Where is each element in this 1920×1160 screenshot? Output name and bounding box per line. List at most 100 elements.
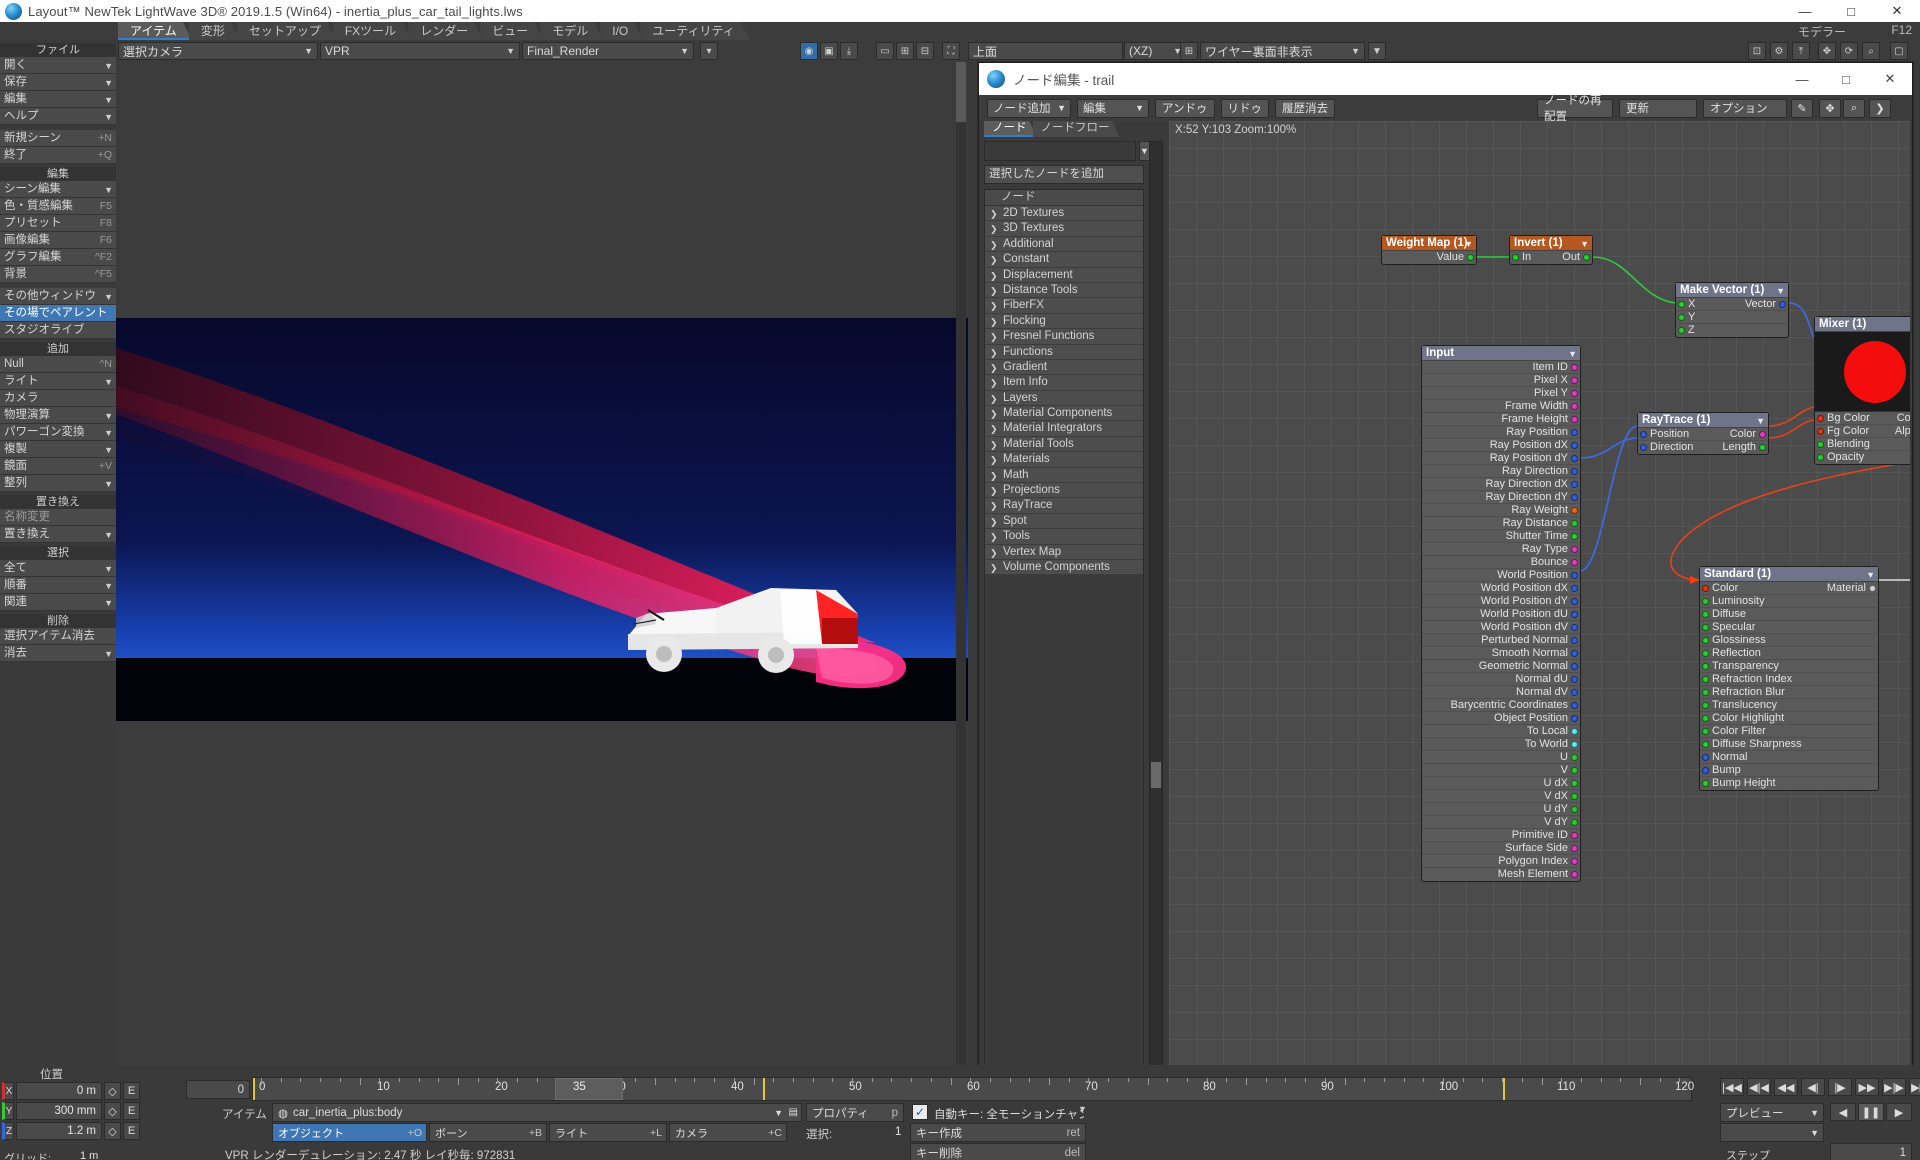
output-port-dot[interactable] bbox=[1571, 793, 1578, 800]
node-header[interactable]: Mixer (1)▼ bbox=[1815, 317, 1910, 332]
viewport-zoom-icon[interactable]: ⌕ bbox=[1862, 42, 1880, 60]
node-header[interactable]: Input ▼ bbox=[1422, 346, 1580, 361]
node-category-row[interactable]: ❯ Material Components bbox=[985, 406, 1143, 422]
step-value-field[interactable]: 1 bbox=[1830, 1143, 1912, 1160]
input-port-dot[interactable] bbox=[1702, 598, 1709, 605]
sidebar-item-4-6[interactable]: 鏡面 +V bbox=[0, 458, 116, 475]
output-port-dot[interactable] bbox=[1571, 611, 1578, 618]
sidebar-item-0-0[interactable]: 開く ▼ bbox=[0, 57, 116, 74]
main-tab-6[interactable]: モデル bbox=[540, 22, 603, 40]
node-header[interactable]: Invert (1) ▼ bbox=[1510, 236, 1592, 251]
autokey-chevron-icon[interactable]: ▼ bbox=[1078, 1104, 1087, 1114]
preview-dropdown[interactable]: プレビュー ▼ bbox=[1720, 1103, 1824, 1122]
node-category-row[interactable]: ❯ Displacement bbox=[985, 267, 1143, 283]
output-port-dot[interactable] bbox=[1571, 494, 1578, 501]
chevron-right-icon[interactable]: ❯ bbox=[990, 315, 998, 329]
output-port-dot[interactable] bbox=[1571, 533, 1578, 540]
camera-select-dropdown[interactable]: 選択カメラ ▼ bbox=[118, 42, 318, 60]
node-category-row[interactable]: ❯ Vertex Map bbox=[985, 544, 1143, 560]
input-port-dot[interactable] bbox=[1640, 431, 1647, 438]
node-tree-scrollbar[interactable] bbox=[1149, 141, 1163, 1083]
vpr-dropdown[interactable]: VPR ▼ bbox=[320, 42, 520, 60]
sidebar-item-4-3[interactable]: 物理演算 ▼ bbox=[0, 407, 116, 424]
axis-lock-icon-X[interactable]: ◇ bbox=[104, 1082, 121, 1100]
node-category-row[interactable]: ❯ Layers bbox=[985, 390, 1143, 407]
sidebar-item-6-1[interactable]: 順番 ▼ bbox=[0, 577, 116, 594]
node-category-row[interactable]: ❯ Math bbox=[985, 467, 1143, 484]
node-category-row[interactable]: ❯ FiberFX bbox=[985, 298, 1143, 314]
node-graph-canvas[interactable]: X:52 Y:103 Zoom:100% Weight Map (1) ▼ Va… bbox=[1169, 121, 1910, 1089]
output-port-dot[interactable] bbox=[1571, 637, 1578, 644]
chevron-down-icon[interactable]: ▼ bbox=[1580, 237, 1589, 251]
preset-shelf-icon[interactable]: ▾ bbox=[700, 42, 718, 60]
sidebar-item-3-2[interactable]: スタジオライブ bbox=[0, 322, 116, 339]
output-port-dot[interactable] bbox=[1571, 468, 1578, 475]
redo-button[interactable]: リドゥ bbox=[1220, 98, 1270, 118]
input-port-dot[interactable] bbox=[1678, 327, 1685, 334]
node-category-row[interactable]: ❯ Spot bbox=[985, 513, 1143, 530]
chevron-right-icon[interactable]: ❯ bbox=[1869, 98, 1891, 118]
viewport-panel[interactable] bbox=[116, 62, 968, 1065]
chevron-right-icon[interactable]: ❯ bbox=[990, 530, 998, 544]
main-tab-2[interactable]: セットアップ bbox=[237, 22, 336, 40]
output-port-dot[interactable] bbox=[1571, 403, 1578, 410]
chevron-down-icon[interactable]: ▼ bbox=[1756, 414, 1765, 428]
output-port-dot[interactable] bbox=[1571, 663, 1578, 670]
axis-value-X[interactable]: 0 m bbox=[16, 1082, 102, 1100]
node-editor-window[interactable]: ノード編集 - trail — □ ✕ ノード追加 ▼ 編集 ▼ アンドゥ リド… bbox=[978, 62, 1913, 1092]
input-port-dot[interactable] bbox=[1702, 741, 1709, 748]
output-port-dot[interactable] bbox=[1571, 871, 1578, 878]
sidebar-item-2-5[interactable]: 背景 ^F5 bbox=[0, 266, 116, 283]
node-category-row[interactable]: ❯ 3D Textures bbox=[985, 221, 1143, 237]
timeline-ruler[interactable]: 0102030405060708090100110120 35 bbox=[252, 1077, 1694, 1101]
add-selected-node-button[interactable]: 選択したノードを追加 bbox=[984, 165, 1144, 184]
input-port-dot[interactable] bbox=[1702, 585, 1709, 592]
node-search-input[interactable] bbox=[984, 141, 1136, 161]
node-makevector[interactable]: Make Vector (1) ▼ X Vector Y Z bbox=[1675, 282, 1789, 338]
chevron-right-icon[interactable]: ❯ bbox=[990, 253, 998, 267]
mode-button-1[interactable]: ボーン +B bbox=[429, 1123, 547, 1142]
viewport-scrollbar[interactable] bbox=[956, 62, 966, 1065]
chevron-right-icon[interactable]: ❯ bbox=[990, 361, 998, 375]
input-port-dot[interactable] bbox=[1702, 637, 1709, 644]
sub-dropdown[interactable]: ▼ bbox=[1720, 1123, 1824, 1142]
output-port-dot[interactable] bbox=[1571, 585, 1578, 592]
chevron-right-icon[interactable]: ❯ bbox=[990, 469, 998, 483]
shading-mode-dropdown[interactable]: ワイヤー裏面非表示 ▼ bbox=[1200, 42, 1365, 60]
node-category-row[interactable]: ❯ Gradient bbox=[985, 359, 1143, 376]
axis-lock-icon-Z[interactable]: ◇ bbox=[104, 1122, 121, 1140]
main-tab-5[interactable]: ビュー bbox=[480, 22, 543, 40]
output-port-dot[interactable] bbox=[1571, 728, 1578, 735]
axis-lock-icon-Y[interactable]: ◇ bbox=[104, 1102, 121, 1120]
edit-dropdown[interactable]: 編集 ▼ bbox=[1077, 98, 1149, 118]
node-category-row[interactable]: ❯ Functions bbox=[985, 344, 1143, 360]
input-port-dot[interactable] bbox=[1702, 715, 1709, 722]
chevron-down-icon[interactable]: ▼ bbox=[1866, 568, 1875, 582]
prev-frame-button[interactable]: ◀ bbox=[1830, 1103, 1856, 1121]
input-port-dot[interactable] bbox=[1702, 767, 1709, 774]
viewport-hand-icon[interactable]: ✥ bbox=[1818, 42, 1836, 60]
step-back-button[interactable]: ◀| bbox=[1801, 1078, 1825, 1096]
sidebar-item-4-2[interactable]: カメラ bbox=[0, 390, 116, 407]
view-axis-dropdown[interactable]: (XZ) ▼ bbox=[1124, 42, 1187, 60]
chevron-right-icon[interactable]: ❯ bbox=[990, 561, 998, 575]
sidebar-item-4-4[interactable]: パワーゴン変換 ▼ bbox=[0, 424, 116, 441]
chevron-right-icon[interactable]: ❯ bbox=[990, 207, 998, 221]
viewport-export-icon[interactable]: ⤒ bbox=[1792, 42, 1810, 60]
output-port-dot[interactable] bbox=[1467, 254, 1474, 261]
play-reverse-button[interactable]: ◀◀ bbox=[1774, 1078, 1798, 1096]
axis-envelope-button-X[interactable]: E bbox=[123, 1082, 140, 1100]
input-port-dot[interactable] bbox=[1702, 624, 1709, 631]
node-category-row[interactable]: ❯ 2D Textures bbox=[985, 206, 1143, 222]
output-port-dot[interactable] bbox=[1583, 254, 1590, 261]
output-port-dot[interactable] bbox=[1571, 767, 1578, 774]
step-forward-button[interactable]: |▶ bbox=[1828, 1078, 1852, 1096]
key-create-button[interactable]: キー作成 ret bbox=[910, 1123, 1086, 1142]
minimize-button[interactable]: — bbox=[1782, 0, 1828, 22]
undo-button[interactable]: アンドゥ bbox=[1155, 98, 1215, 118]
vpr-toggle-icon[interactable]: ◉ bbox=[800, 42, 818, 60]
goto-start-button[interactable]: |◀◀ bbox=[1720, 1078, 1744, 1096]
render-frame-icon[interactable]: ▣ bbox=[820, 42, 838, 60]
sidebar-item-7-1[interactable]: 消去 ▼ bbox=[0, 645, 116, 662]
output-port-dot[interactable] bbox=[1571, 650, 1578, 657]
